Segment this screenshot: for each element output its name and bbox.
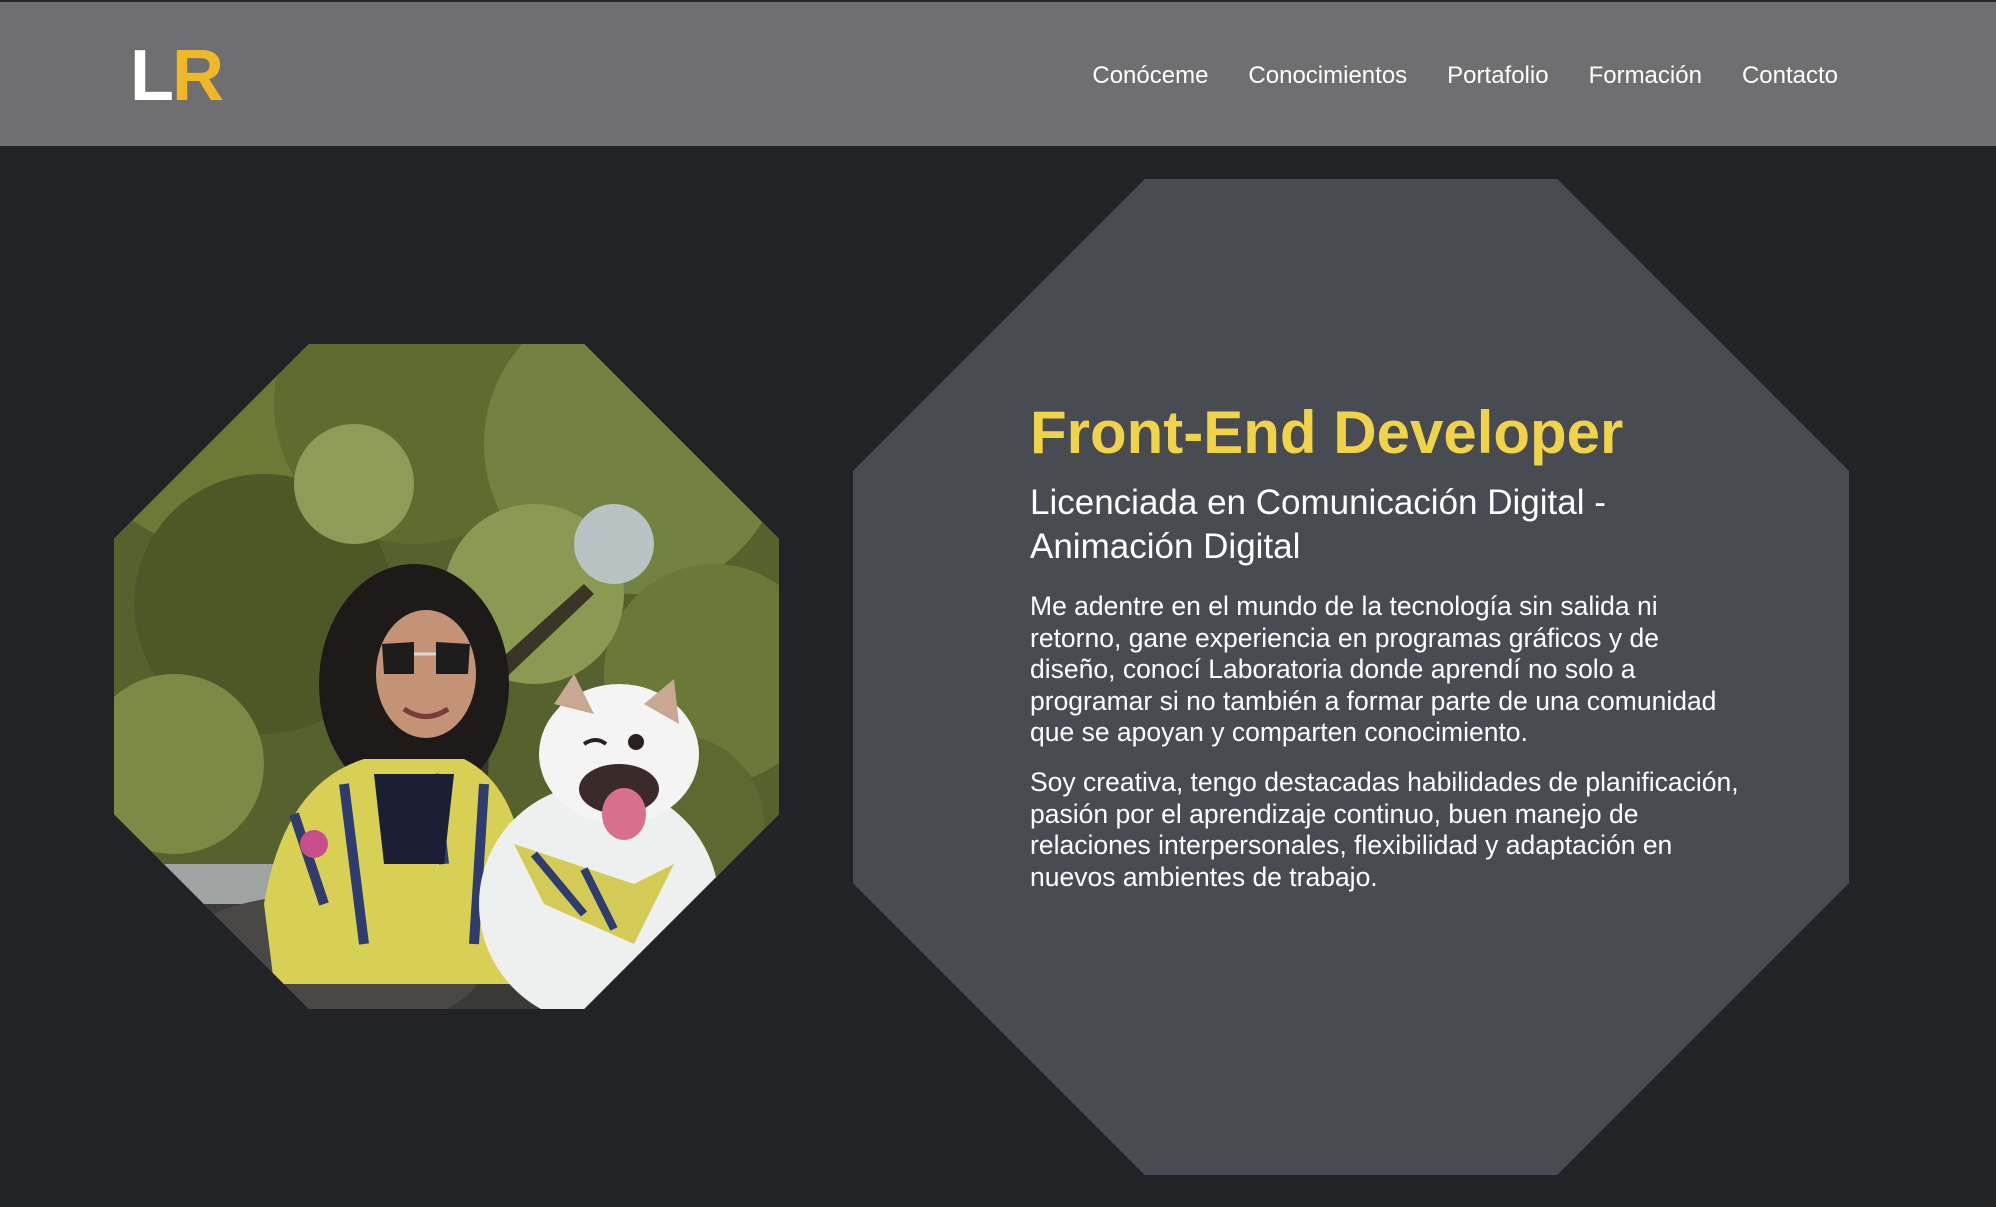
profile-photo-illustration <box>114 344 779 1009</box>
navbar: LR Conóceme Conocimientos Portafolio For… <box>0 2 1996 146</box>
logo-letter-l: L <box>130 36 174 116</box>
logo-letter-r: R <box>171 36 224 116</box>
nav-link-contacto[interactable]: Contacto <box>1742 60 1838 92</box>
nav-link-portafolio[interactable]: Portafolio <box>1447 60 1548 92</box>
nav-link-conoceme[interactable]: Conóceme <box>1092 60 1208 92</box>
logo[interactable]: LR <box>130 36 224 116</box>
about-paragraph-1: Me adentre en el mundo de la tecnología … <box>1030 591 1717 748</box>
nav-menu: Conóceme Conocimientos Portafolio Formac… <box>1092 60 1838 92</box>
subtitle: Licenciada en Comunicación Digital - Ani… <box>1030 483 1606 566</box>
page-title: Front-End Developer <box>1030 399 1624 466</box>
profile-photo <box>114 344 779 1009</box>
nav-link-formacion[interactable]: Formación <box>1589 60 1702 92</box>
about-content: Front-End Developer Licenciada en Comuni… <box>1030 395 1750 893</box>
nav-link-conocimientos[interactable]: Conocimientos <box>1248 60 1407 92</box>
about-paragraph-2: Soy creativa, tengo destacadas habilidad… <box>1030 766 1739 892</box>
